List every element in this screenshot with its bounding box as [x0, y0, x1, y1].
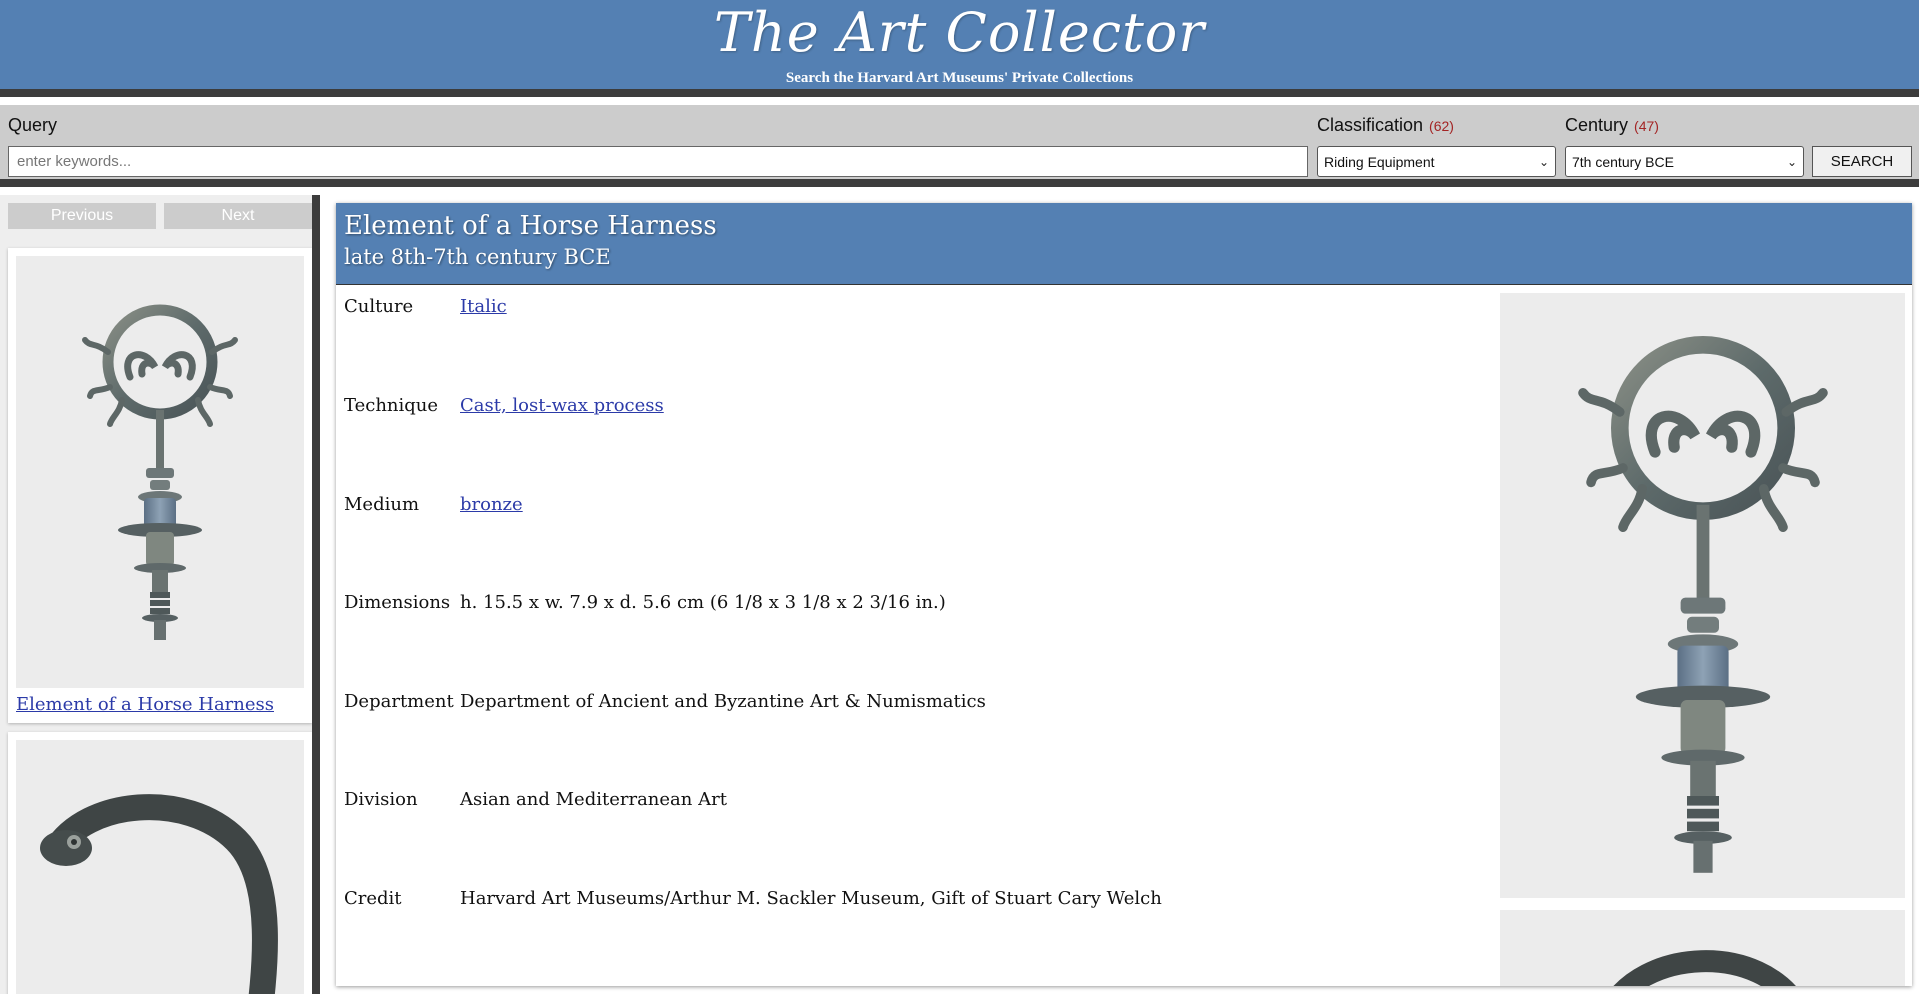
century-label: Century	[1565, 115, 1629, 135]
search-button[interactable]: SEARCH	[1812, 146, 1912, 177]
bronze-hook-image	[1613, 950, 1796, 986]
result-card[interactable]: Element of a Horse Harness	[8, 248, 312, 723]
result-card[interactable]	[8, 732, 312, 994]
bronze-hook-image	[40, 794, 278, 994]
object-header: Element of a Horse Harness late 8th-7th …	[336, 203, 1912, 285]
century-count: (47)	[1634, 118, 1659, 134]
previous-button[interactable]: Previous	[8, 203, 156, 229]
classification-select[interactable]: Riding Equipment ⌄	[1317, 146, 1556, 177]
classification-count: (62)	[1429, 118, 1454, 134]
horse-harness-image	[60, 292, 260, 652]
next-button[interactable]: Next	[164, 203, 312, 229]
classification-label-group: Classification (62)	[1317, 115, 1454, 136]
century-label-group: Century (47)	[1565, 115, 1659, 136]
field-value: Asian and Mediterranean Art	[460, 789, 727, 810]
field-value: Harvard Art Museums/Arthur M. Sackler Mu…	[460, 888, 1162, 909]
chevron-down-icon: ⌄	[1786, 154, 1797, 169]
chevron-down-icon: ⌄	[1538, 154, 1549, 169]
medium-link[interactable]: bronze	[460, 494, 523, 515]
object-title: Element of a Horse Harness	[344, 211, 717, 241]
technique-link[interactable]: Cast, lost-wax process	[460, 395, 664, 416]
horse-harness-image	[1538, 316, 1868, 876]
culture-link[interactable]: Italic	[460, 296, 507, 317]
app-title: The Art Collector	[713, 1, 1206, 64]
classification-label: Classification	[1317, 115, 1424, 135]
object-image-secondary[interactable]	[1500, 910, 1905, 986]
object-detail: Element of a Horse Harness late 8th-7th …	[336, 203, 1912, 986]
century-select[interactable]: 7th century BCE ⌄	[1565, 146, 1804, 177]
century-selected: 7th century BCE	[1572, 153, 1674, 170]
search-bar: Query Classification (62) Riding Equipmen…	[0, 105, 1919, 187]
field-label: Culture	[344, 296, 414, 317]
result-title-link[interactable]: Element of a Horse Harness	[16, 694, 304, 715]
object-image[interactable]	[1500, 293, 1905, 898]
app-subtitle: Search the Harvard Art Museums' Private …	[785, 70, 1134, 86]
field-label: Dimensions	[344, 592, 451, 613]
results-sidebar[interactable]: Previous Next Element of a Horse Harness	[0, 195, 320, 994]
query-input[interactable]	[8, 146, 1308, 177]
classification-selected: Riding Equipment	[1324, 153, 1435, 170]
field-label: Department	[344, 691, 454, 712]
field-label: Technique	[344, 395, 439, 416]
field-value: Department of Ancient and Byzantine Art …	[460, 691, 986, 712]
result-thumbnail[interactable]	[16, 740, 304, 994]
app-header: The Art Collector Search the Harvard Art…	[0, 0, 1919, 97]
query-label: Query	[8, 115, 58, 135]
field-value: h. 15.5 x w. 7.9 x d. 5.6 cm (6 1/8 x 3 …	[460, 592, 946, 613]
field-label: Division	[344, 789, 418, 810]
object-date: late 8th-7th century BCE	[344, 245, 611, 269]
field-label: Credit	[344, 888, 402, 909]
field-label: Medium	[344, 494, 420, 515]
result-thumbnail[interactable]	[16, 256, 304, 688]
